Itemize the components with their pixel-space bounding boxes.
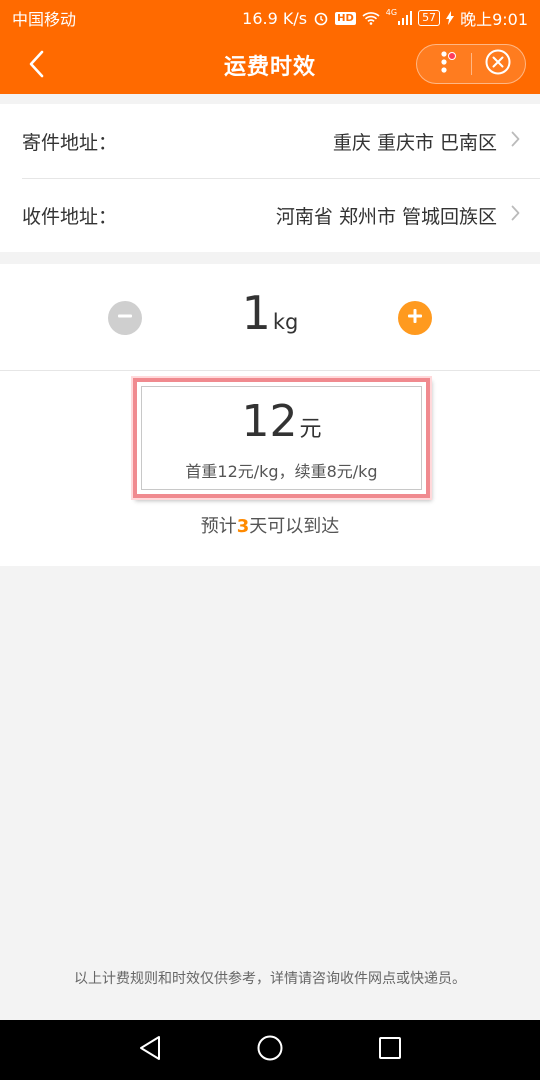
notification-dot xyxy=(448,52,456,60)
alarm-icon xyxy=(313,10,329,26)
eta-suffix: 天可以到达 xyxy=(249,516,340,537)
wifi-icon xyxy=(362,11,380,25)
disclaimer-text: 以上计费规则和时效仅供参考，详情请咨询收件网点或快递员。 xyxy=(74,971,466,987)
receiver-address-label: 收件地址： xyxy=(22,205,118,228)
network-speed: 16.9 K/s xyxy=(242,8,308,28)
price-total: 12元 xyxy=(137,396,426,447)
nav-bar: 运费时效 xyxy=(0,36,540,94)
back-triangle-icon xyxy=(138,1035,162,1065)
close-button[interactable] xyxy=(471,44,525,84)
system-back-button[interactable] xyxy=(130,1030,170,1070)
signal-icon: 4G xyxy=(385,7,413,25)
price-box: 12元 首重12元/kg，续重8元/kg xyxy=(133,378,430,498)
system-nav-bar xyxy=(0,1020,540,1080)
price-value: 12 xyxy=(241,396,298,447)
eta-prefix: 预计 xyxy=(200,516,237,537)
address-card: 寄件地址： 重庆 重庆市 巴南区 收件地址： 河南省 郑州市 管城回族区 xyxy=(0,104,540,252)
carrier-label: 中国移动 xyxy=(12,10,77,29)
more-button[interactable] xyxy=(417,44,471,84)
sender-address-value: 重庆 重庆市 巴南区 xyxy=(332,131,497,154)
weight-stepper: 1kg xyxy=(0,264,540,370)
recents-square-icon xyxy=(378,1036,402,1064)
battery-level: 57 xyxy=(422,11,437,24)
status-indicators: 16.9 K/s HD 4G 57 晚上9:01 xyxy=(242,6,528,30)
plus-icon xyxy=(406,307,424,329)
charging-icon xyxy=(446,11,455,25)
sender-address-row[interactable]: 寄件地址： 重庆 重庆市 巴南区 xyxy=(0,104,540,178)
hd-label: HD xyxy=(335,11,356,25)
home-circle-icon xyxy=(256,1034,284,1066)
system-recents-button[interactable] xyxy=(370,1030,410,1070)
battery-icon: 57 xyxy=(418,10,441,26)
status-bar: 中国移动 16.9 K/s HD 4G 57 晚上9:01 xyxy=(0,0,540,36)
system-home-button[interactable] xyxy=(250,1030,290,1070)
back-button[interactable] xyxy=(18,48,54,84)
receiver-address-value: 河南省 郑州市 管城回族区 xyxy=(275,205,497,228)
chevron-right-icon xyxy=(511,205,520,225)
price-unit: 元 xyxy=(299,417,322,442)
weight-price-card: 1kg 12元 首重12元/kg，续重8元/kg 预计3天可以到达 xyxy=(0,264,540,566)
chevron-right-icon xyxy=(511,131,520,151)
price-detail: 首重12元/kg，续重8元/kg xyxy=(185,462,378,481)
network-type-label: 4G xyxy=(385,7,398,17)
weight-value: 1 xyxy=(241,286,271,340)
hd-icon: HD xyxy=(335,11,356,25)
sender-address-label: 寄件地址： xyxy=(22,131,118,154)
close-circle-icon xyxy=(485,49,511,79)
receiver-address-row[interactable]: 收件地址： 河南省 郑州市 管城回族区 xyxy=(0,178,540,252)
increase-weight-button[interactable] xyxy=(398,301,432,335)
more-dots-icon xyxy=(441,51,447,77)
miniapp-capsule xyxy=(416,44,526,84)
eta-days: 3 xyxy=(236,516,250,537)
weight-display: 1kg xyxy=(0,286,540,340)
divider xyxy=(0,370,540,371)
eta-text: 预计3天可以到达 xyxy=(0,512,540,538)
chevron-left-icon xyxy=(28,50,44,82)
clock-time: 晚上9:01 xyxy=(460,10,528,29)
weight-unit: kg xyxy=(272,310,299,334)
